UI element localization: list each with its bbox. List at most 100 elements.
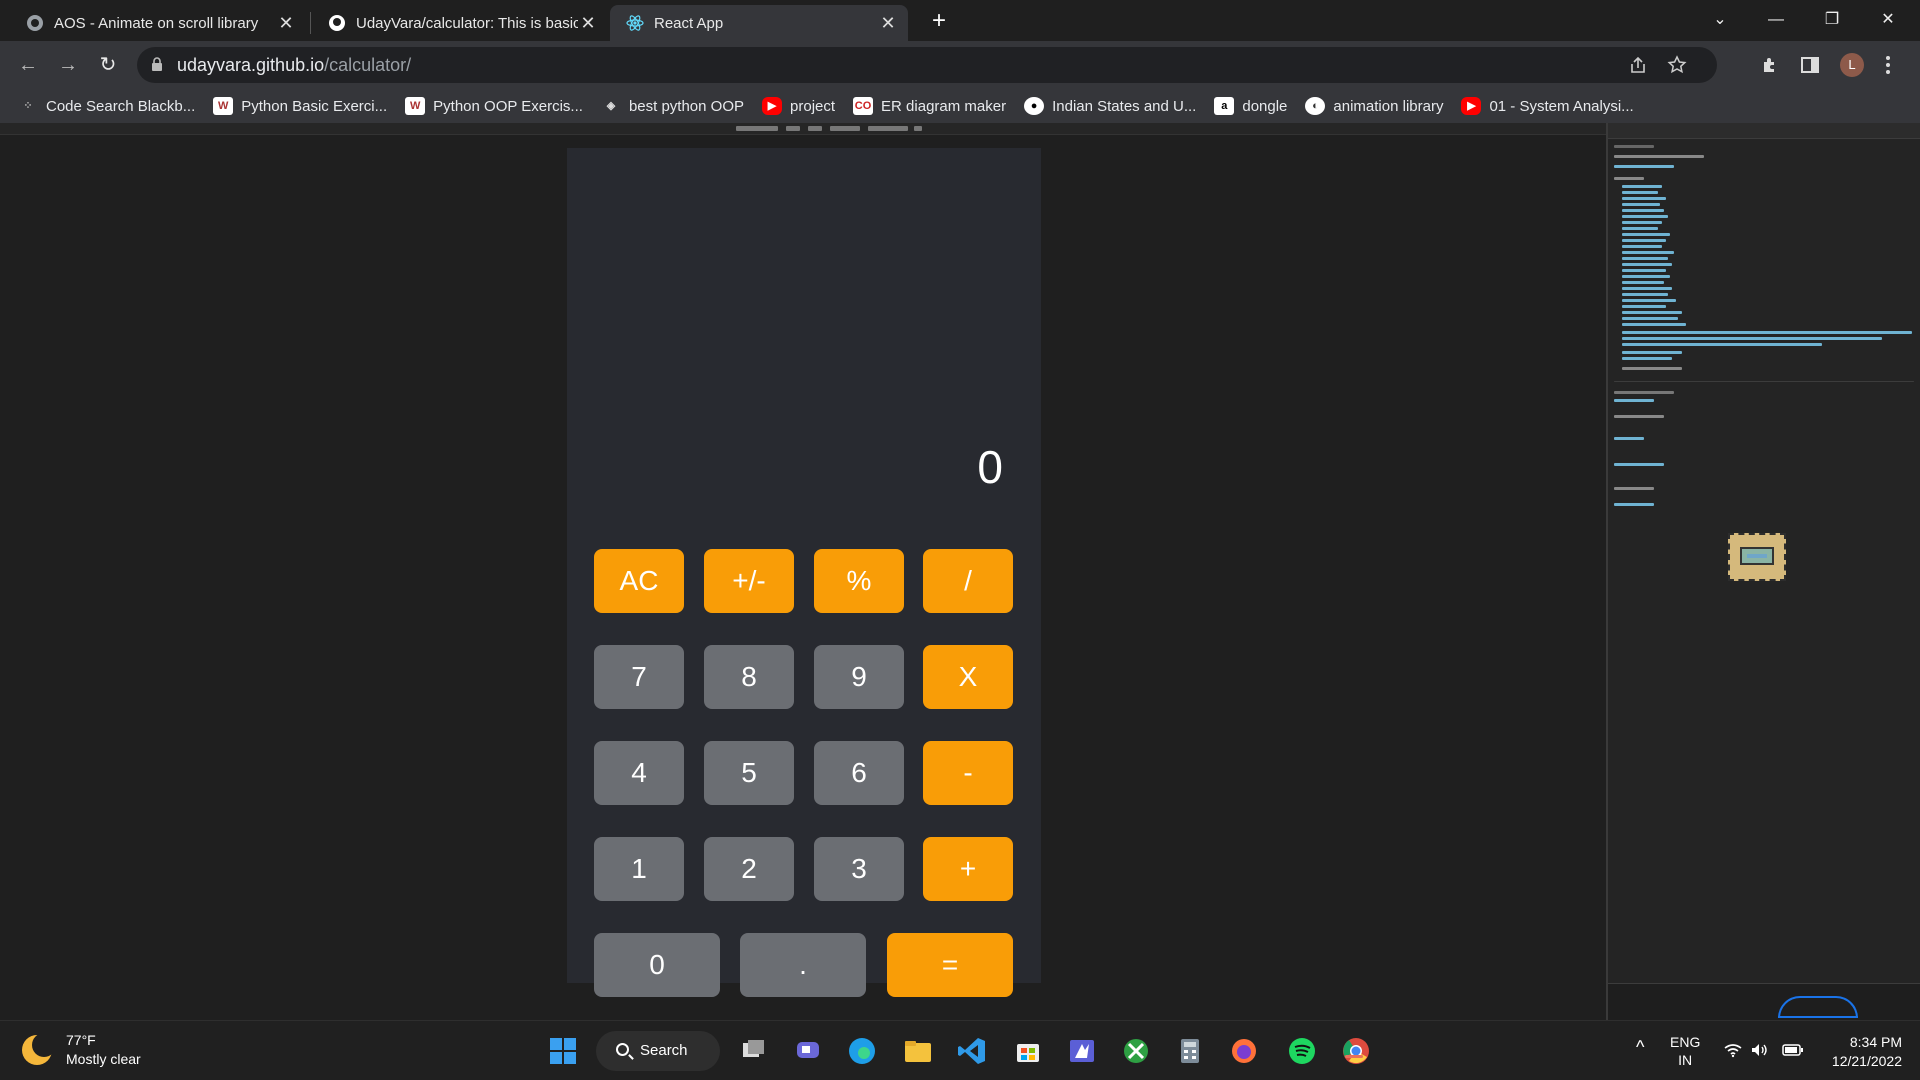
ms-store-icon[interactable] (1012, 1035, 1044, 1067)
digit-1-button[interactable]: 1 (594, 837, 684, 901)
tab-react-app[interactable]: React App ✕ (610, 5, 908, 41)
back-button[interactable]: ← (12, 49, 44, 81)
dev-app-icon[interactable] (1066, 1035, 1098, 1067)
profile-avatar[interactable]: L (1840, 53, 1864, 77)
reload-button[interactable]: ↻ (92, 49, 124, 81)
close-window-button[interactable]: ✕ (1860, 0, 1916, 41)
tab-aos[interactable]: AOS - Animate on scroll library ✕ (10, 5, 306, 41)
tab-divider (310, 12, 311, 34)
lock-icon (152, 57, 162, 71)
digit-2-button[interactable]: 2 (704, 837, 794, 901)
close-tab-icon[interactable]: ✕ (578, 13, 598, 34)
clock[interactable]: 8:34 PM 12/21/2022 (1818, 1033, 1902, 1071)
clear-button[interactable]: AC (594, 549, 684, 613)
search-icon (616, 1043, 629, 1056)
minimize-button[interactable]: — (1748, 0, 1804, 41)
equals-button[interactable]: = (887, 933, 1013, 997)
subtract-button[interactable]: - (923, 741, 1013, 805)
address-bar[interactable]: udayvara.github.io/calculator/ (137, 47, 1717, 83)
windows-start-icon[interactable] (547, 1035, 579, 1067)
multiply-button[interactable]: X (923, 645, 1013, 709)
extensions-icon[interactable] (1760, 55, 1780, 75)
bookmark-label: Python Basic Exerci... (241, 97, 388, 115)
devtools-styles-pane[interactable] (1614, 141, 1914, 541)
digit-6-button[interactable]: 6 (814, 741, 904, 805)
volume-icon[interactable] (1750, 1042, 1768, 1058)
search-label: Search (640, 1042, 688, 1059)
bookmark-label: best python OOP (628, 97, 745, 115)
bookmark-indian-states[interactable]: ● Indian States and U... (1024, 97, 1196, 115)
calculator-app-icon[interactable] (1174, 1035, 1206, 1067)
add-button[interactable]: + (923, 837, 1013, 901)
bookmark-label: Indian States and U... (1052, 97, 1197, 115)
tab-title: AOS - Animate on scroll library (54, 14, 259, 32)
tab-github[interactable]: UdayVara/calculator: This is basic ✕ (312, 5, 608, 41)
firefox-icon[interactable] (1228, 1035, 1260, 1067)
teams-chat-icon[interactable] (792, 1035, 824, 1067)
digit-9-button[interactable]: 9 (814, 645, 904, 709)
bookmark-animation-library[interactable]: ◐ animation library (1305, 97, 1443, 115)
task-view-icon[interactable] (738, 1035, 770, 1067)
show-hidden-icons[interactable]: ^ (1636, 1037, 1644, 1058)
wifi-icon[interactable] (1724, 1042, 1742, 1058)
close-tab-icon[interactable]: ✕ (878, 13, 898, 34)
clock-date: 12/21/2022 (1831, 1053, 1902, 1069)
bookmark-star-icon[interactable] (1667, 55, 1687, 75)
device-toolbar (0, 123, 1606, 135)
devtools-tabs[interactable] (1608, 123, 1920, 139)
file-explorer-icon[interactable] (902, 1035, 934, 1067)
bookmark-python-basic[interactable]: W Python Basic Exerci... (213, 97, 387, 115)
github-icon: ● (1024, 97, 1045, 115)
spotify-icon[interactable] (1286, 1035, 1318, 1067)
bookmark-dongle[interactable]: a dongle (1214, 97, 1287, 115)
chrome-icon[interactable] (1340, 1035, 1372, 1067)
globe-icon (27, 15, 43, 31)
devtools-panel[interactable] (1606, 123, 1920, 1020)
digit-5-button[interactable]: 5 (704, 741, 794, 805)
sign-toggle-button[interactable]: +/- (704, 549, 794, 613)
box-model-content (1740, 547, 1774, 565)
menu-dots-icon[interactable] (1884, 55, 1892, 75)
divide-button[interactable]: / (923, 549, 1013, 613)
url-host: udayvara.github.io (177, 55, 325, 75)
devtools-console-drawer[interactable] (1608, 983, 1920, 1020)
edge-browser-icon[interactable] (846, 1035, 878, 1067)
bookmark-system-analysis[interactable]: ▶ 01 - System Analysi... (1461, 97, 1634, 115)
digit-4-button[interactable]: 4 (594, 741, 684, 805)
share-icon[interactable] (1629, 56, 1647, 74)
new-tab-button[interactable]: + (924, 6, 954, 36)
percent-button[interactable]: % (814, 549, 904, 613)
language-indicator[interactable]: ENG IN (1670, 1033, 1700, 1069)
close-tab-icon[interactable]: ✕ (276, 13, 296, 34)
compass-icon: ◈ (606, 100, 616, 112)
bookmark-label: dongle (1242, 97, 1288, 115)
bookmark-project[interactable]: ▶ project (762, 97, 835, 115)
weather-widget[interactable]: 77°F Mostly clear (22, 1031, 141, 1069)
restore-button[interactable]: ❐ (1804, 0, 1860, 41)
battery-icon[interactable] (1782, 1042, 1804, 1058)
xbox-icon[interactable] (1120, 1035, 1152, 1067)
digit-7-button[interactable]: 7 (594, 645, 684, 709)
bookmark-code-search[interactable]: ⁘ Code Search Blackb... (18, 97, 195, 115)
forward-button[interactable]: → (52, 49, 84, 81)
react-icon (626, 15, 644, 31)
page-content: 0 AC +/- % / 7 8 9 X 4 5 6 - 1 2 3 + 0 .… (0, 123, 1920, 1020)
temperature: 77°F (66, 1032, 96, 1048)
url-path: /calculator/ (324, 55, 412, 75)
bookmark-er-diagram[interactable]: CO ER diagram maker (853, 97, 1006, 115)
digit-3-button[interactable]: 3 (814, 837, 904, 901)
tab-strip: AOS - Animate on scroll library ✕ UdayVa… (0, 0, 1920, 41)
calculator: 0 AC +/- % / 7 8 9 X 4 5 6 - 1 2 3 + 0 .… (567, 148, 1041, 997)
bookmark-label: animation library (1333, 97, 1444, 115)
taskbar-search[interactable]: Search (596, 1031, 720, 1071)
bookmark-best-python-oop[interactable]: ◈ best python OOP (601, 97, 744, 115)
browser-toolbar: ← → ↻ udayvara.github.io/calculator/ L (0, 41, 1920, 89)
digit-0-button[interactable]: 0 (594, 933, 720, 997)
bookmark-python-oop[interactable]: W Python OOP Exercis... (405, 97, 583, 115)
digit-8-button[interactable]: 8 (704, 645, 794, 709)
tab-search-icon[interactable]: ⌄ (1692, 0, 1748, 41)
vscode-icon[interactable] (956, 1035, 988, 1067)
side-panel-icon[interactable] (1800, 55, 1820, 75)
decimal-button[interactable]: . (740, 933, 866, 997)
youtube-icon: ▶ (762, 97, 783, 115)
